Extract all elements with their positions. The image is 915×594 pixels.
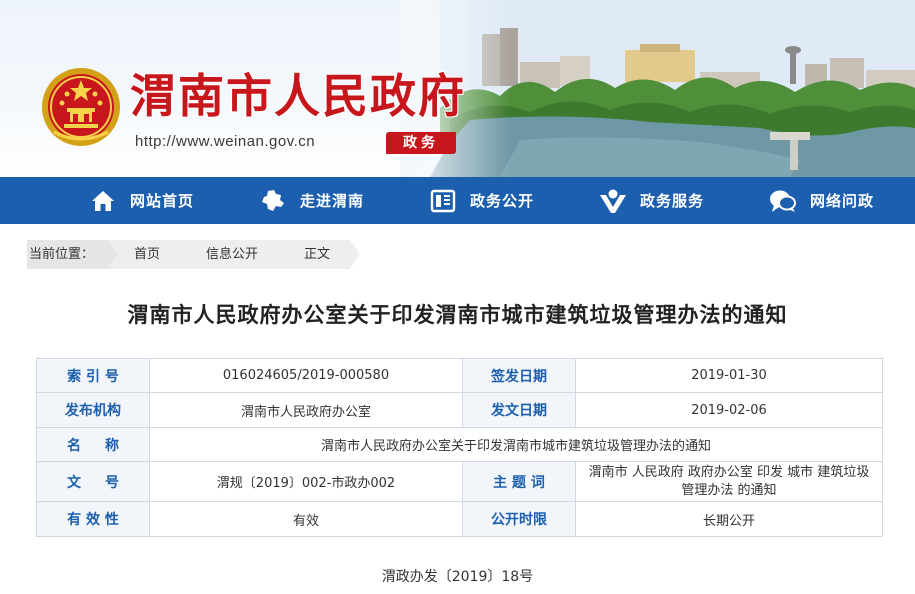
breadcrumb-prefix: 当前位置： xyxy=(27,240,119,269)
national-emblem-icon xyxy=(42,68,120,146)
breadcrumb-item-label: 信息公开 xyxy=(206,247,259,262)
publicity-period-label: 公开时限 xyxy=(462,501,576,537)
issue-date-value: 2019-02-06 xyxy=(575,392,883,428)
table-row: 名称 渭南市人民政府办公室关于印发渭南市城市建筑垃圾管理办法的通知 xyxy=(36,427,883,462)
nav-item-gov-services[interactable]: 政务服务 xyxy=(598,177,704,224)
breadcrumb-item-home[interactable]: 首页 xyxy=(108,240,191,269)
breadcrumb-item-body[interactable]: 正文 xyxy=(278,240,361,269)
nav-item-online-inquiry[interactable]: 网络问政 xyxy=(768,177,874,224)
issuer-value: 渭南市人民政府办公室 xyxy=(149,392,463,428)
doc-number-label-char: 号 xyxy=(105,474,119,491)
table-row: 文号 渭规〔2019〕002-市政办002 主 题 词 渭南市 人民政府 政府办… xyxy=(36,461,883,502)
publicity-period-value: 长期公开 xyxy=(575,501,883,537)
sign-date-value: 2019-01-30 xyxy=(575,358,883,393)
keywords-value: 渭南市 人民政府 政府办公室 印发 城市 建筑垃圾 管理办法 的通知 xyxy=(575,461,883,502)
table-row: 索 引 号 016024605/2019-000580 签发日期 2019-01… xyxy=(36,358,883,393)
document-number: 渭政办发〔2019〕18号 xyxy=(381,569,534,585)
nav-label-about-weinan: 走进渭南 xyxy=(300,192,365,210)
breadcrumb: 当前位置： 首页 信息公开 正文 xyxy=(27,240,361,269)
breadcrumb-item-info-open[interactable]: 信息公开 xyxy=(180,240,289,269)
breadcrumb-item-label: 首页 xyxy=(134,247,161,262)
chat-bubble-icon xyxy=(768,186,798,216)
doc-number-label: 文号 xyxy=(36,461,150,502)
index-number-value: 016024605/2019-000580 xyxy=(149,358,463,393)
article-title: 渭南市人民政府办公室关于印发渭南市城市建筑垃圾管理办法的通知 xyxy=(127,303,788,327)
index-number-label: 索 引 号 xyxy=(36,358,150,393)
home-icon xyxy=(88,186,118,216)
validity-label: 有 效 性 xyxy=(36,501,150,537)
nav-item-about-weinan[interactable]: 走进渭南 xyxy=(258,177,364,224)
issuer-label: 发布机构 xyxy=(36,392,150,428)
name-value: 渭南市人民政府办公室关于印发渭南市城市建筑垃圾管理办法的通知 xyxy=(149,427,883,462)
document-info-table: 索 引 号 016024605/2019-000580 签发日期 2019-01… xyxy=(36,358,883,537)
site-url[interactable]: http://www.weinan.gov.cn xyxy=(135,133,315,150)
sign-date-label: 签发日期 xyxy=(462,358,576,393)
document-icon xyxy=(428,186,458,216)
nav-label-online-inquiry: 网络问政 xyxy=(810,192,875,210)
breadcrumb-item-label: 正文 xyxy=(304,247,331,262)
nav-label-gov-services: 政务服务 xyxy=(640,192,705,210)
issue-date-label: 发文日期 xyxy=(462,392,576,428)
table-row: 有 效 性 有效 公开时限 长期公开 xyxy=(36,501,883,537)
doc-number-value: 渭规〔2019〕002-市政办002 xyxy=(149,461,463,502)
nav-label-home: 网站首页 xyxy=(130,192,195,210)
name-label: 名称 xyxy=(36,427,150,462)
table-row: 发布机构 渭南市人民政府办公室 发文日期 2019-02-06 xyxy=(36,392,883,428)
map-region-icon xyxy=(258,186,288,216)
breadcrumb-prefix-label: 当前位置： xyxy=(29,247,95,262)
nav-item-home[interactable]: 网站首页 xyxy=(88,177,194,224)
name-label-char: 称 xyxy=(105,437,119,454)
main-nav: 网站首页 走进渭南 政务公开 政务服务 网络问政 xyxy=(0,177,915,224)
keywords-label: 主 题 词 xyxy=(462,461,576,502)
section-tag: 政务 xyxy=(386,132,456,154)
doc-number-label-char: 文 xyxy=(67,474,81,491)
header-banner: 渭南市人民政府 http://www.weinan.gov.cn 政务 xyxy=(0,0,915,177)
validity-value: 有效 xyxy=(149,501,463,537)
nav-label-gov-affairs-open: 政务公开 xyxy=(470,192,535,210)
site-title: 渭南市人民政府 xyxy=(130,69,466,123)
name-label-char: 名 xyxy=(67,437,81,454)
service-person-icon xyxy=(598,186,628,216)
nav-item-gov-affairs-open[interactable]: 政务公开 xyxy=(428,177,534,224)
